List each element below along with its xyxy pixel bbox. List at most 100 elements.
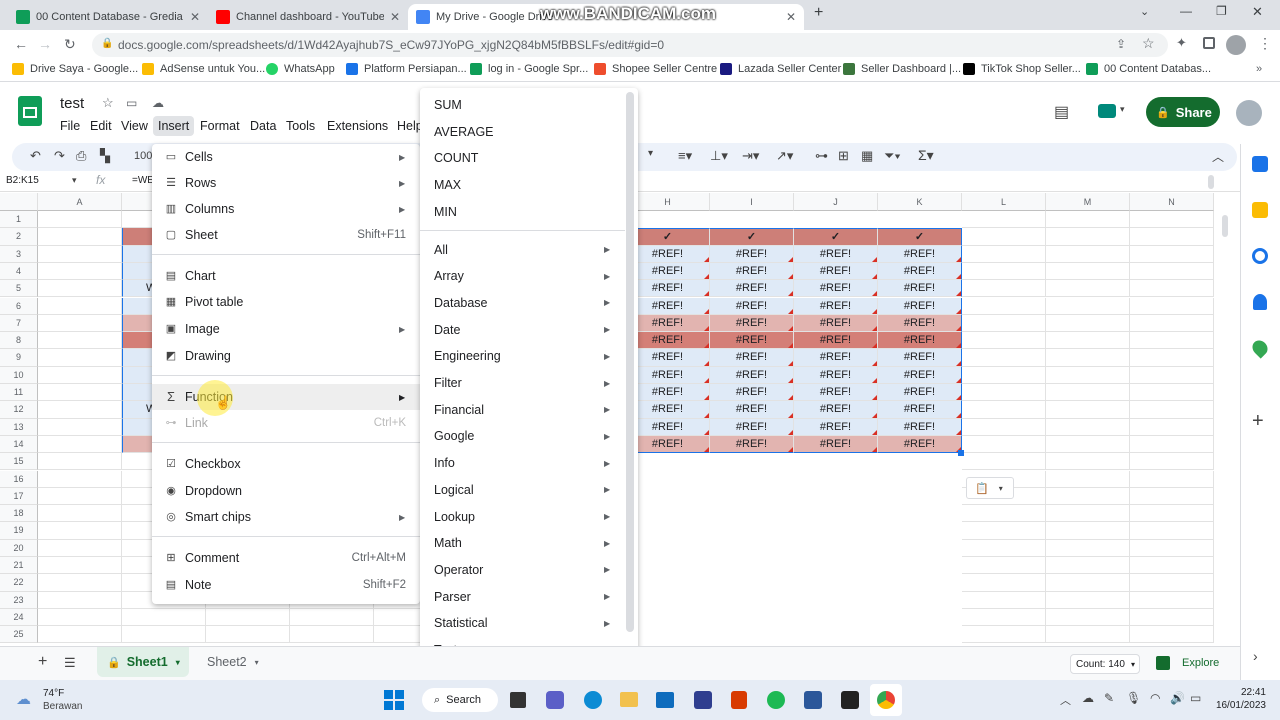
- font-color-chevron-icon[interactable]: ▾: [648, 148, 653, 159]
- menu-help[interactable]: Help: [397, 119, 423, 133]
- grid-cell[interactable]: [962, 557, 1046, 575]
- grid-cell[interactable]: [38, 332, 122, 350]
- menu-item-image[interactable]: ▣ Image ▶: [152, 316, 420, 342]
- error-cell[interactable]: #REF!: [878, 280, 962, 298]
- grid-cell[interactable]: [962, 384, 1046, 402]
- check-cell[interactable]: ✓: [710, 228, 794, 246]
- function-category-financial[interactable]: Financial ▶: [420, 397, 625, 423]
- error-cell[interactable]: #REF!: [710, 401, 794, 419]
- row-header[interactable]: 16: [0, 470, 38, 488]
- grid-cell[interactable]: [1130, 228, 1214, 246]
- bookmark-item[interactable]: AdSense untuk You...: [142, 63, 265, 75]
- clock-time[interactable]: 22:41: [1222, 687, 1266, 698]
- keep-icon[interactable]: [1252, 202, 1268, 218]
- menu-data[interactable]: Data: [250, 119, 276, 133]
- error-cell[interactable]: #REF!: [878, 262, 962, 281]
- function-category-info[interactable]: Info ▶: [420, 450, 625, 476]
- error-cell[interactable]: #REF!: [626, 435, 710, 454]
- row-header[interactable]: 13: [0, 418, 38, 436]
- filter-icon[interactable]: ⏷▾: [884, 148, 901, 164]
- grid-cell[interactable]: [962, 349, 1046, 367]
- grid-cell[interactable]: [122, 608, 206, 627]
- grid-cell[interactable]: [1046, 470, 1130, 488]
- function-category-math[interactable]: Math ▶: [420, 530, 625, 556]
- menu-extensions[interactable]: Extensions: [327, 119, 388, 133]
- function-category-parser[interactable]: Parser ▶: [420, 584, 625, 610]
- grid-cell[interactable]: [1130, 211, 1214, 229]
- grid-cell[interactable]: [962, 332, 1046, 350]
- function-item[interactable]: MAX: [420, 172, 625, 198]
- row-header[interactable]: 10: [0, 366, 38, 384]
- error-cell[interactable]: #REF!: [878, 418, 962, 436]
- column-header[interactable]: K: [878, 193, 962, 211]
- grid-cell[interactable]: [962, 245, 1046, 263]
- paint-format-icon[interactable]: ▚: [100, 148, 110, 164]
- grid-cell[interactable]: [962, 297, 1046, 315]
- all-sheets-icon[interactable]: ☰: [64, 655, 76, 671]
- column-header[interactable]: L: [962, 193, 1046, 211]
- error-cell[interactable]: #REF!: [710, 384, 794, 402]
- grid-cell[interactable]: [1046, 262, 1130, 281]
- row-header[interactable]: 25: [0, 626, 38, 643]
- cloud-sync-icon[interactable]: ☁: [1082, 691, 1094, 705]
- error-cell[interactable]: #REF!: [878, 349, 962, 367]
- grid-cell[interactable]: [1046, 505, 1130, 523]
- error-cell[interactable]: #REF!: [794, 297, 878, 315]
- grid-cell[interactable]: [38, 435, 122, 454]
- grid-cell[interactable]: [38, 608, 122, 627]
- side-panel-icon[interactable]: [1203, 37, 1215, 49]
- grid-cell[interactable]: [206, 608, 290, 627]
- sheets-logo-icon[interactable]: [18, 96, 42, 126]
- grid-cell[interactable]: [38, 487, 122, 506]
- error-cell[interactable]: #REF!: [794, 314, 878, 333]
- grid-cell[interactable]: [1130, 401, 1214, 419]
- print-icon[interactable]: ⎙: [76, 148, 86, 164]
- error-cell[interactable]: #REF!: [710, 280, 794, 298]
- battery-icon[interactable]: ▭: [1190, 691, 1201, 705]
- grid-cell[interactable]: [38, 591, 122, 609]
- menu-format[interactable]: Format: [200, 119, 240, 133]
- column-header[interactable]: H: [626, 193, 710, 211]
- row-header[interactable]: 22: [0, 574, 38, 592]
- error-cell[interactable]: #REF!: [626, 384, 710, 402]
- grid-cell[interactable]: [1046, 626, 1130, 643]
- grid-cell[interactable]: [1130, 366, 1214, 384]
- grid-cell[interactable]: [1046, 522, 1130, 540]
- menu-item-checkbox[interactable]: ☑ Checkbox: [152, 451, 420, 477]
- fill-handle[interactable]: [958, 450, 964, 457]
- row-header[interactable]: 15: [0, 453, 38, 471]
- microphone-icon[interactable]: 🎙: [1126, 691, 1141, 705]
- vertical-scrollbar[interactable]: [1222, 215, 1228, 237]
- grid-cell[interactable]: [1046, 297, 1130, 315]
- error-cell[interactable]: #REF!: [794, 366, 878, 384]
- chrome-taskbar-button[interactable]: [870, 684, 902, 716]
- maps-icon[interactable]: [1249, 337, 1271, 359]
- row-header[interactable]: 8: [0, 332, 38, 350]
- word-icon[interactable]: [804, 691, 822, 709]
- row-header[interactable]: 2: [0, 228, 38, 246]
- tab-search-icon[interactable]: ⌄: [1140, 5, 1149, 18]
- column-header[interactable]: J: [794, 193, 878, 211]
- grid-cell[interactable]: [1130, 332, 1214, 350]
- bookmark-item[interactable]: Lazada Seller Center: [720, 63, 841, 75]
- close-window-button[interactable]: ✕: [1252, 4, 1263, 20]
- error-cell[interactable]: #REF!: [794, 349, 878, 367]
- new-tab-button[interactable]: +: [814, 4, 823, 22]
- grid-cell[interactable]: [962, 453, 1046, 471]
- grid-cell[interactable]: [290, 626, 374, 643]
- wifi-icon[interactable]: ◠: [1150, 691, 1160, 705]
- function-category-logical[interactable]: Logical ▶: [420, 477, 625, 503]
- calendar-icon[interactable]: [1252, 156, 1268, 172]
- grid-cell[interactable]: [962, 280, 1046, 298]
- taskbar-search[interactable]: ⌕ Search: [422, 688, 498, 712]
- error-cell[interactable]: #REF!: [626, 418, 710, 436]
- collapse-toolbar-icon[interactable]: ︿: [1212, 148, 1224, 165]
- task-view-icon[interactable]: [510, 692, 526, 708]
- function-category-all[interactable]: All ▶: [420, 237, 625, 263]
- bookmark-star-icon[interactable]: ☆: [1142, 35, 1155, 52]
- function-item[interactable]: MIN: [420, 199, 625, 225]
- select-all-corner[interactable]: [0, 193, 38, 211]
- grid-cell[interactable]: [1046, 557, 1130, 575]
- show-hidden-icons-icon[interactable]: ︿: [1060, 692, 1071, 708]
- grid-cell[interactable]: [38, 401, 122, 419]
